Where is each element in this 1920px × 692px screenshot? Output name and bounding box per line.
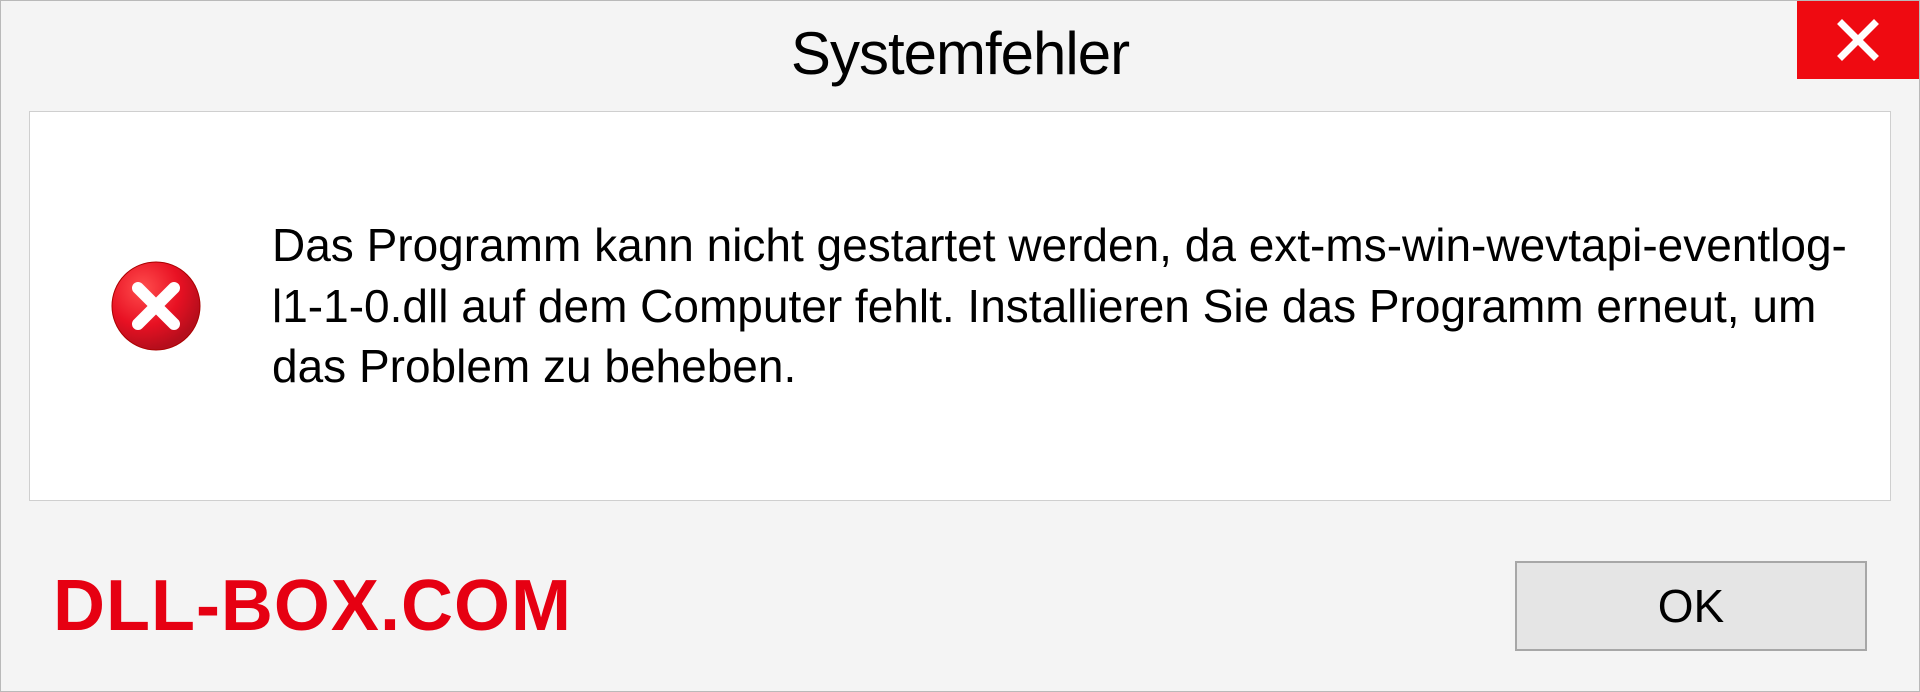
content-panel: Das Programm kann nicht gestartet werden… [29,111,1891,501]
error-message: Das Programm kann nicht gestartet werden… [272,215,1850,397]
titlebar: Systemfehler [1,1,1919,105]
watermark-text: DLL-BOX.COM [53,565,572,647]
dialog-title: Systemfehler [791,19,1129,88]
error-dialog: Systemfehler Das [0,0,1920,692]
close-button[interactable] [1797,1,1919,79]
error-icon [110,260,202,352]
dialog-footer: DLL-BOX.COM OK [1,521,1919,691]
close-icon [1836,18,1880,62]
ok-button[interactable]: OK [1515,561,1867,651]
